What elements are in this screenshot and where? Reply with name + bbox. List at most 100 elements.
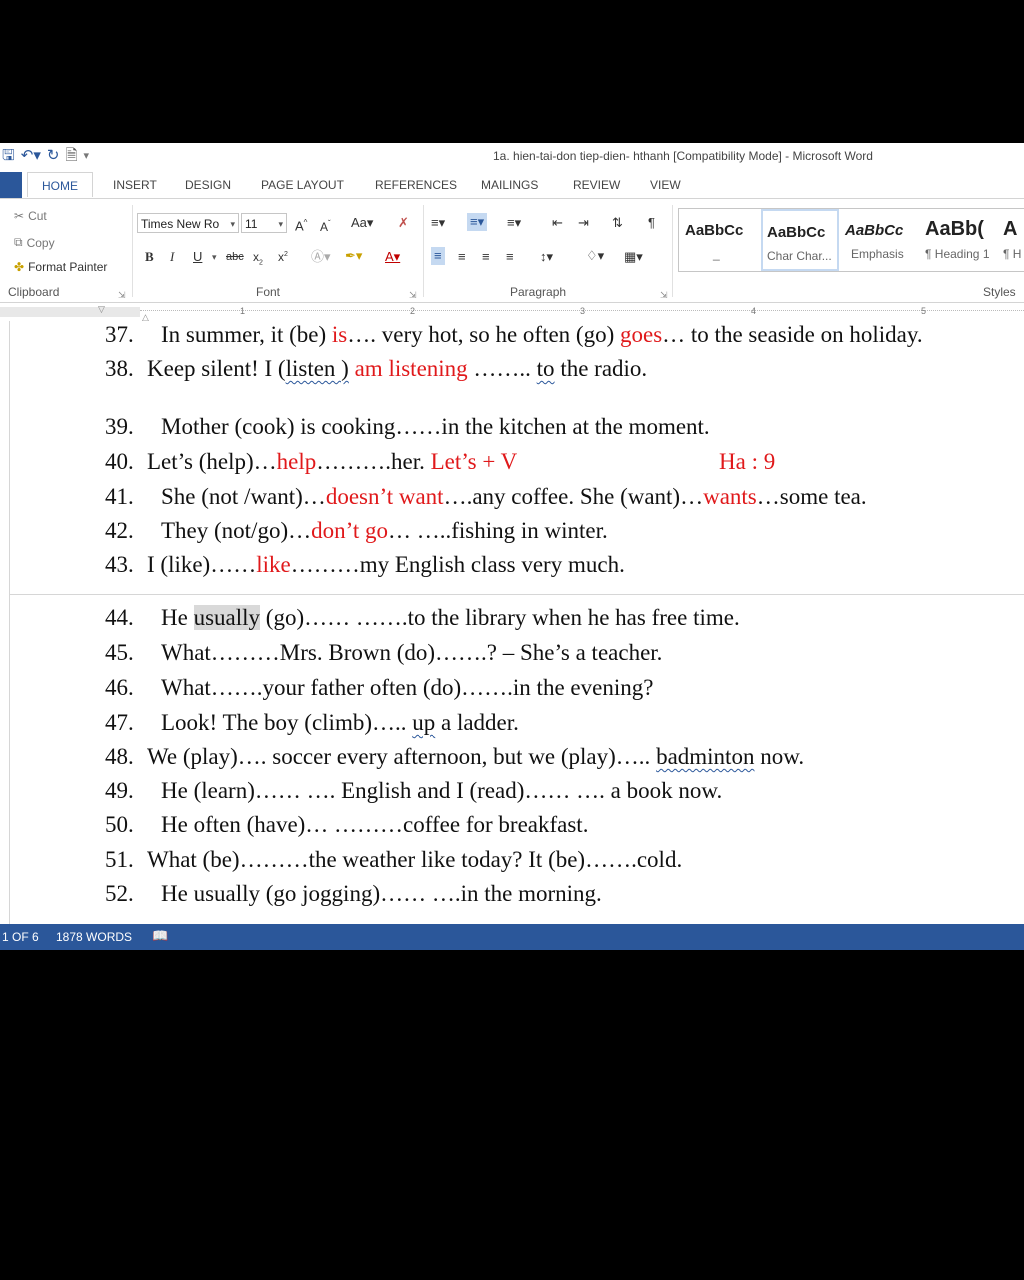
exercise-44[interactable]: 44. He usually (go)…… …….to the library w…: [105, 604, 740, 632]
exercise-39[interactable]: 39. Mother (cook) is cooking……in the kitc…: [105, 413, 710, 441]
subscript-icon[interactable]: x2: [253, 249, 263, 271]
underline-icon[interactable]: U: [193, 249, 202, 265]
copy-icon: ⧉: [14, 235, 23, 249]
first-line-indent-icon[interactable]: ▽: [98, 301, 105, 317]
exercise-40[interactable]: 40. Let’s (help)…help……….her. Let’s + V: [105, 448, 517, 476]
page-break: [10, 594, 1024, 595]
exercise-45[interactable]: 45. What………Mrs. Brown (do)…….? – She’s a …: [105, 639, 662, 667]
scissors-icon: ✂: [14, 209, 25, 223]
cut-button[interactable]: ✂ Cut: [14, 209, 47, 223]
exercise-50[interactable]: 50. He often (have)… ………coffee for breakf…: [105, 811, 588, 839]
font-size-combo[interactable]: 11 ▾: [241, 213, 287, 233]
multilevel-list-icon[interactable]: ≡▾: [507, 215, 521, 231]
selected-word: usually: [193, 605, 261, 630]
exercise-38[interactable]: 38. Keep silent! I (listen ) am listening…: [105, 355, 647, 383]
clipboard-launcher-icon[interactable]: ⇲: [118, 287, 126, 303]
line-spacing-icon[interactable]: ↕▾: [540, 249, 553, 265]
justify-icon[interactable]: ≡: [506, 249, 514, 265]
align-left-icon[interactable]: ≡: [431, 247, 445, 265]
ruler-margin: [0, 307, 140, 317]
chevron-down-icon: ▾: [278, 219, 283, 229]
customize-toolbar-icon[interactable]: ▾: [84, 146, 90, 166]
text-effects-icon[interactable]: Ⓐ▾: [311, 249, 331, 265]
exercise-47[interactable]: 47. Look! The boy (climb)….. up a ladder.: [105, 709, 519, 737]
teacher-note: Ha : 9: [719, 449, 776, 474]
paintbrush-icon: ✤: [14, 260, 25, 274]
copy-button[interactable]: ⧉ Copy: [14, 235, 55, 250]
new-document-icon[interactable]: 🗎: [65, 146, 77, 166]
ruler-number: 5: [921, 306, 927, 316]
redo-icon[interactable]: ↻: [47, 146, 60, 166]
numbering-icon[interactable]: ≡▾: [467, 213, 488, 231]
file-tab[interactable]: [0, 172, 22, 198]
tab-references[interactable]: REFERENCES: [375, 178, 457, 192]
paragraph-launcher-icon[interactable]: ⇲: [660, 287, 668, 303]
italic-icon[interactable]: I: [170, 249, 174, 265]
document-canvas[interactable]: 37. In summer, it (be) is…. very hot, so …: [0, 321, 1024, 924]
group-separator: [672, 205, 673, 297]
word-count[interactable]: 1878 WORDS: [56, 930, 132, 944]
undo-icon[interactable]: ↶▾: [21, 146, 41, 166]
page-count[interactable]: 1 OF 6: [2, 930, 39, 944]
font-size-value: 11: [245, 217, 258, 231]
tab-view[interactable]: VIEW: [650, 178, 681, 192]
tab-page-layout[interactable]: PAGE LAYOUT: [261, 178, 344, 192]
tab-insert[interactable]: INSERT: [113, 178, 157, 192]
tab-review[interactable]: REVIEW: [573, 178, 620, 192]
sort-icon[interactable]: ⇅: [612, 215, 623, 231]
align-right-icon[interactable]: ≡: [482, 249, 490, 265]
style-heading-2[interactable]: A ¶ H: [999, 209, 1024, 271]
bullets-icon[interactable]: ≡▾: [431, 215, 445, 231]
styles-gallery: AaBbCc _ AaBbCc Char Char... AaBbCc Emph…: [678, 208, 1024, 272]
exercise-46[interactable]: 46. What…….your father often (do)…….in th…: [105, 674, 653, 702]
tab-design[interactable]: DESIGN: [185, 178, 231, 192]
change-case-icon[interactable]: Aa▾: [351, 215, 373, 231]
exercise-51[interactable]: 51. What (be)………the weather like today? I…: [105, 846, 682, 874]
paragraph-group-label: Paragraph: [510, 285, 567, 299]
style-sample: AaBbCc: [845, 222, 904, 239]
style-char-char[interactable]: AaBbCc Char Char...: [761, 209, 839, 271]
font-color-icon[interactable]: A▾: [385, 249, 400, 265]
exercise-49[interactable]: 49. He (learn)…… …. English and I (read)……: [105, 777, 722, 805]
clipboard-group-label: Clipboard: [8, 285, 60, 299]
exercise-37[interactable]: 37. In summer, it (be) is…. very hot, so …: [105, 321, 923, 349]
exercise-43[interactable]: 43. I (like)……like………my English class ver…: [105, 551, 625, 579]
clear-formatting-icon[interactable]: ✗: [398, 215, 409, 231]
tab-mailings[interactable]: MAILINGS: [481, 178, 538, 192]
ruler-number: 2: [410, 306, 416, 316]
ruler-number: 3: [580, 306, 586, 316]
exercise-48[interactable]: 48. We (play)…. soccer every afternoon, b…: [105, 743, 804, 771]
format-painter-button[interactable]: ✤ Format Painter: [14, 260, 107, 274]
ruler-number: 1: [240, 306, 246, 316]
group-separator: [423, 205, 424, 297]
shading-icon[interactable]: ♢▾: [586, 248, 604, 264]
font-launcher-icon[interactable]: ⇲: [409, 287, 417, 303]
strikethrough-icon[interactable]: abc: [226, 249, 244, 265]
document-title: 1a. hien-tai-don tiep-dien- hthanh [Comp…: [493, 149, 873, 163]
underline-dropdown-icon[interactable]: ▾: [212, 249, 217, 265]
align-center-icon[interactable]: ≡: [458, 249, 466, 265]
copy-label: Copy: [26, 235, 55, 250]
style-normal[interactable]: AaBbCc _: [679, 209, 761, 271]
styles-group-label: Styles: [983, 285, 1016, 299]
borders-icon[interactable]: ▦▾: [624, 249, 643, 265]
highlight-icon[interactable]: ✒▾: [345, 248, 362, 264]
superscript-icon[interactable]: x2: [278, 247, 288, 265]
style-emphasis[interactable]: AaBbCc Emphasis: [839, 209, 919, 271]
exercise-42[interactable]: 42. They (not/go)…don’t go… …..fishing in…: [105, 517, 608, 545]
style-sample: AaBbCc: [767, 224, 826, 241]
format-painter-label: Format Painter: [28, 260, 108, 274]
shrink-font-icon[interactable]: Aˇ: [320, 216, 331, 235]
increase-indent-icon[interactable]: ⇥: [578, 215, 589, 231]
font-name-combo[interactable]: Times New Ro ▾: [137, 213, 239, 233]
bold-icon[interactable]: B: [145, 249, 154, 265]
decrease-indent-icon[interactable]: ⇤: [552, 215, 563, 231]
proofing-icon[interactable]: 📖: [152, 928, 168, 944]
save-icon[interactable]: 🖫: [2, 146, 15, 166]
tab-home[interactable]: HOME: [27, 172, 93, 197]
exercise-41[interactable]: 41. She (not /want)…doesn’t want….any cof…: [105, 483, 867, 511]
grow-font-icon[interactable]: A^: [295, 215, 307, 234]
style-heading-1[interactable]: AaBb( ¶ Heading 1: [919, 209, 999, 271]
show-marks-icon[interactable]: ¶: [648, 215, 655, 231]
exercise-52[interactable]: 52. He usually (go jogging)…… ….in the mo…: [105, 880, 602, 908]
